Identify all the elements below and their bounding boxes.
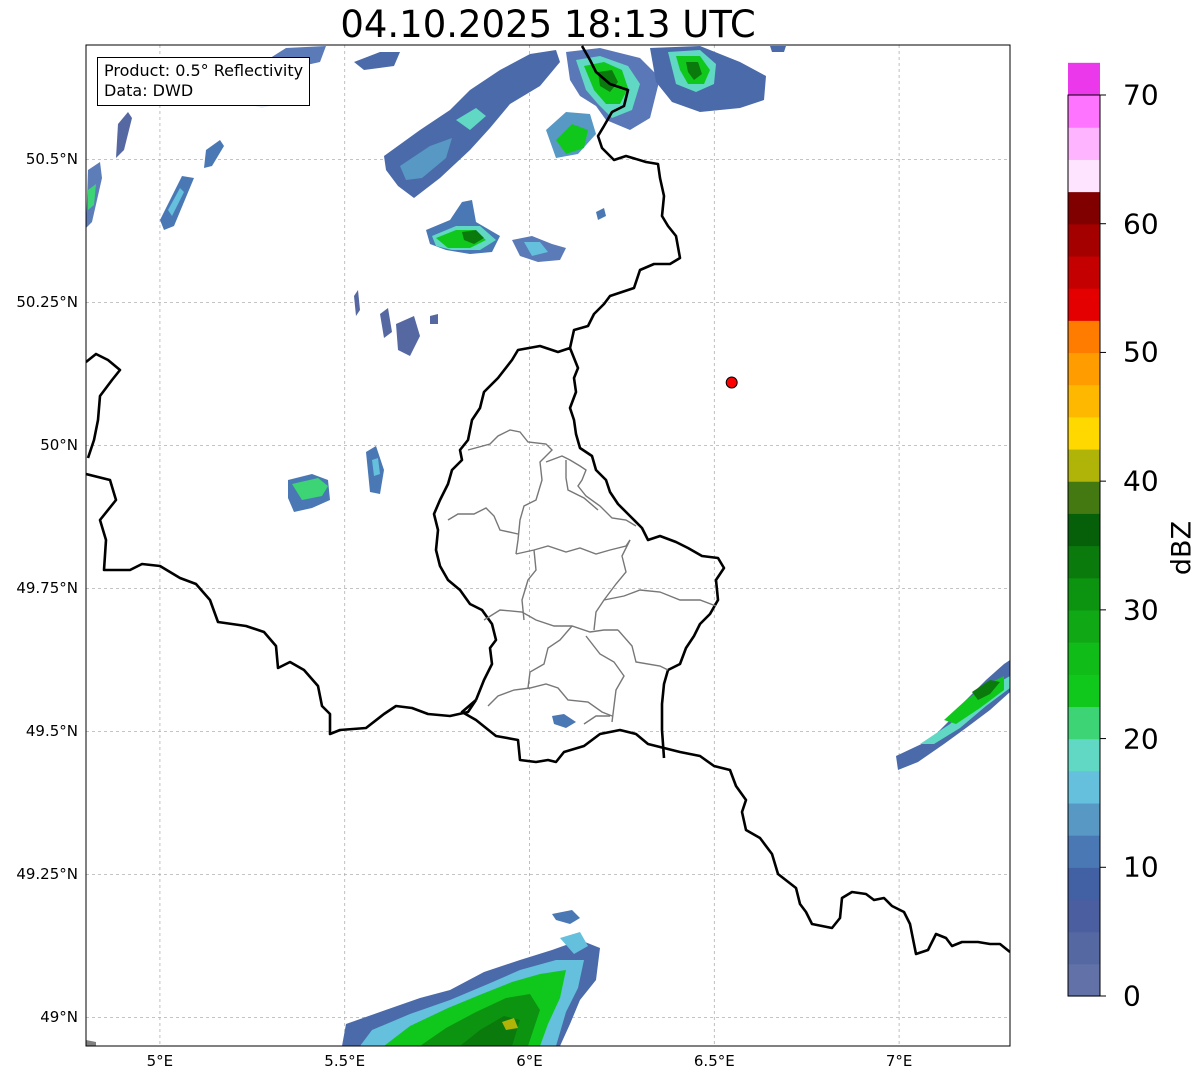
lon-tick-label: 6°E bbox=[516, 1052, 543, 1070]
colorbar-segment bbox=[1068, 95, 1100, 128]
colorbar-segment bbox=[1068, 642, 1100, 675]
radar-map[interactable] bbox=[0, 0, 1202, 1081]
lat-tick-label: 49.5°N bbox=[25, 722, 78, 741]
colorbar-tick-label: 10 bbox=[1123, 850, 1159, 884]
colorbar-segment bbox=[1068, 191, 1100, 225]
product-label: Product: 0.5° Reflectivity bbox=[104, 61, 304, 80]
lon-tick-label: 7°E bbox=[885, 1052, 913, 1070]
colorbar-segment bbox=[1068, 159, 1100, 193]
echo-cell bbox=[770, 46, 786, 52]
colorbar-segment bbox=[1068, 738, 1100, 772]
colorbar-segment bbox=[1068, 867, 1100, 901]
lat-tick-label: 50°N bbox=[40, 436, 78, 455]
colorbar-tick-label: 70 bbox=[1123, 78, 1159, 112]
colorbar-segment bbox=[1068, 320, 1100, 354]
colorbar-segment bbox=[1068, 609, 1100, 643]
colorbar-segment bbox=[1068, 62, 1100, 96]
product-info-box: Product: 0.5° Reflectivity Data: DWD bbox=[97, 57, 311, 106]
lon-tick-label: 5.5°E bbox=[324, 1052, 366, 1070]
lat-tick-label: 49.75°N bbox=[16, 579, 78, 598]
colorbar-segment bbox=[1068, 127, 1100, 160]
colorbar-segment bbox=[1068, 223, 1100, 257]
colorbar-label: dBZ bbox=[1166, 520, 1198, 576]
lat-tick-label: 50.25°N bbox=[16, 293, 78, 312]
colorbar-segment bbox=[1068, 545, 1100, 579]
colorbar-segment bbox=[1068, 513, 1100, 547]
lon-tick-label: 5°E bbox=[146, 1052, 174, 1070]
lat-tick-label: 49°N bbox=[40, 1008, 78, 1027]
colorbar-tick-label: 20 bbox=[1123, 722, 1159, 756]
lat-tick-label: 50.5°N bbox=[25, 150, 78, 169]
colorbar-segment bbox=[1068, 899, 1100, 933]
colorbar-segment bbox=[1068, 416, 1100, 450]
colorbar bbox=[1067, 62, 1106, 997]
data-source-label: Data: DWD bbox=[104, 81, 194, 100]
colorbar-segment bbox=[1068, 577, 1100, 611]
colorbar-segment bbox=[1068, 481, 1100, 514]
colorbar-segment bbox=[1068, 770, 1100, 804]
colorbar-tick-label: 60 bbox=[1123, 207, 1159, 241]
colorbar-segment bbox=[1068, 448, 1100, 482]
colorbar-segment bbox=[1068, 835, 1100, 868]
colorbar-segment bbox=[1068, 963, 1100, 997]
colorbar-segment bbox=[1068, 931, 1100, 965]
colorbar-segment bbox=[1068, 802, 1100, 836]
radar-site-marker[interactable] bbox=[725, 376, 738, 389]
lon-tick-label: 6.5°E bbox=[693, 1052, 735, 1070]
colorbar-tick-label: 50 bbox=[1123, 335, 1159, 369]
colorbar-segment bbox=[1068, 384, 1100, 418]
colorbar-tick-label: 40 bbox=[1123, 464, 1159, 498]
colorbar-tick-label: 0 bbox=[1123, 979, 1141, 1013]
colorbar-segment bbox=[1068, 706, 1100, 740]
colorbar-segment bbox=[1068, 674, 1100, 707]
lat-tick-label: 49.25°N bbox=[16, 865, 78, 884]
colorbar-segment bbox=[1068, 288, 1100, 321]
colorbar-tick-label: 30 bbox=[1123, 593, 1159, 627]
colorbar-segment bbox=[1068, 352, 1100, 386]
colorbar-segment bbox=[1068, 255, 1100, 289]
